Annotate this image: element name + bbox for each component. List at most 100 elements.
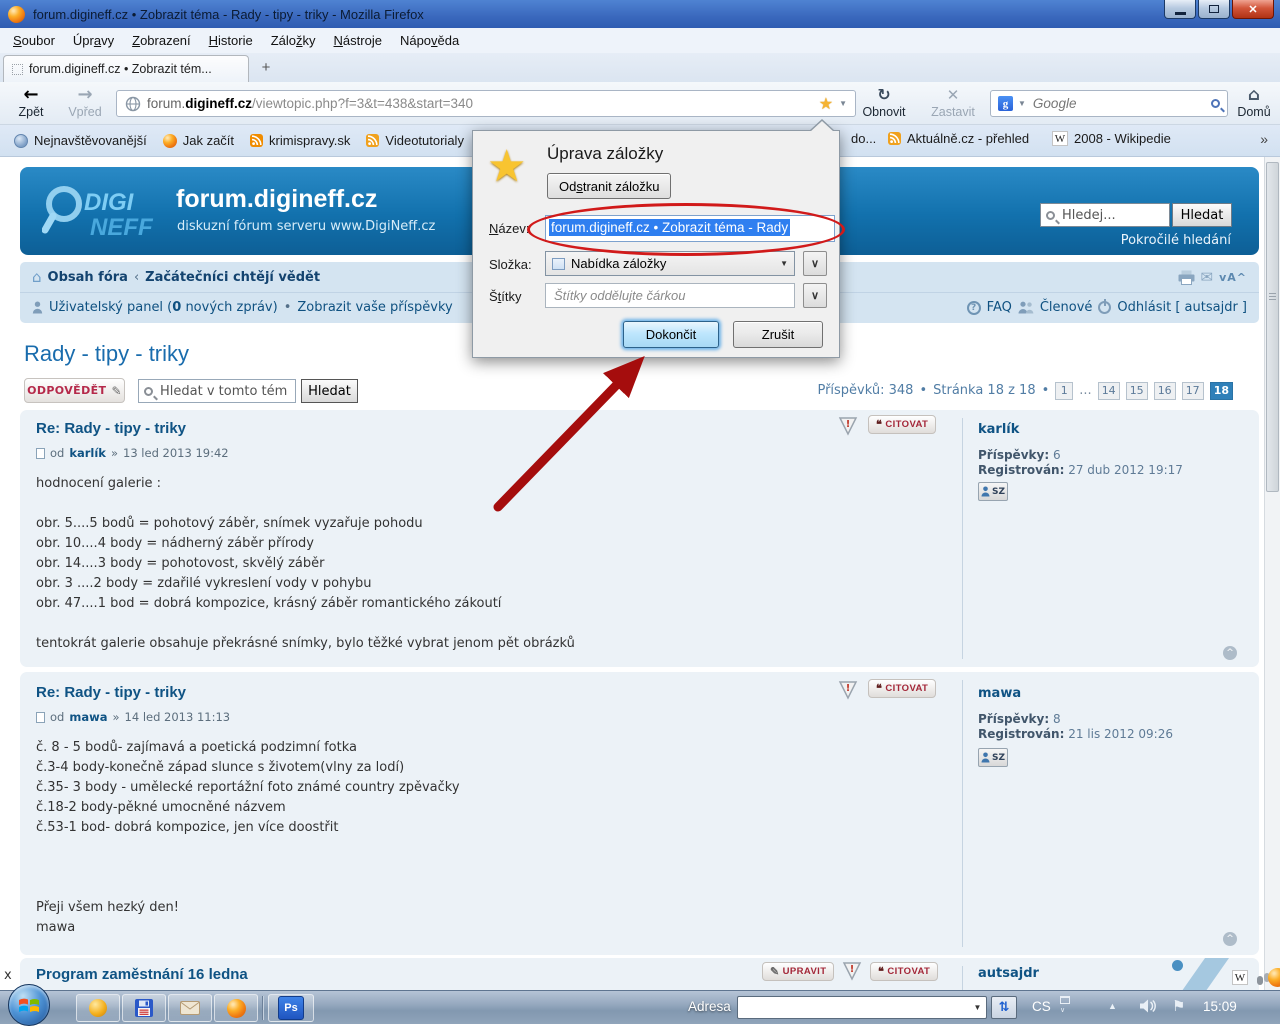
quick-launch-firefox-button[interactable]: [214, 994, 258, 1022]
quick-launch-save-button[interactable]: [122, 994, 166, 1022]
post-title-link[interactable]: Re: Rady - tipy - triky: [36, 420, 186, 437]
volume-icon[interactable]: [1140, 999, 1156, 1013]
forum-search-input[interactable]: [1060, 207, 1164, 224]
quote-button[interactable]: ❝ CITOVAT: [868, 415, 936, 434]
bookmark-star-icon[interactable]: ★: [819, 94, 833, 114]
private-message-button[interactable]: SZ: [978, 482, 1008, 501]
remove-bookmark-button[interactable]: Odstranit záložku: [547, 173, 671, 199]
taskbar-clock[interactable]: 15:09: [1203, 999, 1237, 1014]
profile-name-link[interactable]: autsajdr: [978, 966, 1039, 981]
web-search-input[interactable]: [1031, 95, 1206, 112]
logout-link[interactable]: Odhlásit [ autsajdr ]: [1117, 300, 1247, 315]
private-message-button[interactable]: SZ: [978, 748, 1008, 767]
chevron-down-icon[interactable]: ▼: [969, 997, 986, 1018]
taskbar-photoshop-button[interactable]: Ps: [268, 994, 314, 1022]
page-link-14[interactable]: 14: [1098, 382, 1120, 400]
reload-button[interactable]: ↻ Obnovit: [852, 85, 916, 119]
profile-name-link[interactable]: karlík: [978, 422, 1019, 437]
folder-expander-button[interactable]: ∨: [803, 251, 827, 276]
language-indicator[interactable]: CS: [1032, 999, 1051, 1014]
bookmark-dropdown-icon[interactable]: ▼: [839, 99, 847, 108]
topic-search-button[interactable]: Hledat: [301, 379, 358, 403]
post-title-link[interactable]: Re: Rady - tipy - triky: [36, 684, 186, 701]
report-icon[interactable]: !: [842, 961, 862, 981]
back-to-top-icon[interactable]: ^: [1223, 646, 1237, 660]
profile-name-link[interactable]: mawa: [978, 686, 1021, 701]
tags-field[interactable]: [545, 283, 795, 308]
bookmark-truncated[interactable]: do...: [843, 126, 884, 151]
topic-search-box[interactable]: [138, 379, 296, 403]
tags-expander-button[interactable]: ∨: [803, 283, 827, 308]
author-link[interactable]: mawa: [69, 710, 107, 724]
address-go-button[interactable]: ⇅: [991, 996, 1017, 1019]
language-bar-chevron-icon[interactable]: ∨: [1060, 1006, 1065, 1014]
menu-nastroje[interactable]: Nástroje: [325, 29, 391, 52]
members-link[interactable]: Členové: [1040, 300, 1093, 315]
bookmark-videotutorialy[interactable]: Videotutorialy: [358, 128, 472, 153]
email-icon[interactable]: ✉: [1201, 268, 1214, 286]
forum-search-button[interactable]: Hledat: [1172, 203, 1232, 227]
page-scrollbar[interactable]: [1264, 157, 1280, 990]
forward-button[interactable]: → Vpřed: [60, 85, 110, 119]
bookmark-wikipedia[interactable]: W 2008 - Wikipedie: [1044, 126, 1179, 151]
menu-zobrazeni[interactable]: Zobrazení: [123, 29, 200, 52]
cancel-button[interactable]: Zrušit: [733, 321, 823, 348]
edit-button[interactable]: ✎ UPRAVIT: [762, 962, 834, 981]
report-icon[interactable]: !: [838, 416, 858, 436]
close-button[interactable]: ✕: [1232, 0, 1274, 19]
page-link-15[interactable]: 15: [1126, 382, 1148, 400]
bookmark-krimispravy[interactable]: krimispravy.sk: [242, 128, 358, 153]
author-link[interactable]: karlík: [69, 446, 106, 460]
bookmark-jak-zacit[interactable]: Jak začít: [155, 128, 242, 153]
page-link-17[interactable]: 17: [1182, 382, 1204, 400]
bookmark-most-visited[interactable]: Nejnavštěvovanější: [6, 128, 155, 153]
search-engine-dropdown-icon[interactable]: ▼: [1018, 99, 1026, 108]
address-toolbar-input[interactable]: ▼: [737, 996, 987, 1019]
quick-launch-mail-button[interactable]: [168, 994, 212, 1022]
web-search-box[interactable]: g ▼: [990, 90, 1228, 117]
menu-upravy[interactable]: Úpravy: [64, 29, 123, 52]
topic-search-input[interactable]: [158, 383, 290, 400]
home-button[interactable]: ⌂ Domů: [1230, 85, 1278, 119]
new-tab-button[interactable]: +: [254, 58, 278, 79]
post-title-link[interactable]: Program zaměstnání 16 ledna: [36, 966, 248, 983]
back-to-top-icon[interactable]: ^: [1223, 932, 1237, 946]
tab-active[interactable]: forum.digineff.cz • Zobrazit tém...: [3, 55, 249, 82]
scrollbar-thumb[interactable]: [1266, 162, 1279, 492]
text-size-icon[interactable]: vA^: [1219, 271, 1247, 284]
quick-launch-app-button[interactable]: [76, 994, 120, 1022]
menu-historie[interactable]: Historie: [200, 29, 262, 52]
report-icon[interactable]: !: [838, 680, 858, 700]
advanced-search-link[interactable]: Pokročilé hledání: [1121, 233, 1231, 248]
home-icon[interactable]: ⌂: [32, 268, 42, 286]
start-button[interactable]: [8, 984, 50, 1026]
reply-button[interactable]: ODPOVĚDĚT ✎: [24, 378, 125, 403]
tags-input[interactable]: [552, 284, 788, 307]
stop-button[interactable]: ✕ Zastavit: [918, 85, 988, 119]
quote-button[interactable]: ❝ CITOVAT: [870, 962, 938, 981]
url-bar[interactable]: forum.digineff.cz/viewtopic.php?f=3&t=43…: [116, 90, 856, 117]
page-link-18-current[interactable]: 18: [1210, 382, 1233, 400]
faq-link[interactable]: FAQ: [987, 300, 1012, 315]
user-panel-link[interactable]: Uživatelský panel (0 nových zpráv): [49, 300, 278, 315]
action-center-flag-icon[interactable]: ⚑: [1172, 997, 1185, 1015]
search-icon[interactable]: [1211, 99, 1220, 108]
minimize-button[interactable]: [1164, 0, 1196, 19]
google-icon[interactable]: g: [998, 96, 1013, 111]
forum-search-box[interactable]: [1040, 203, 1170, 227]
page-link-16[interactable]: 16: [1154, 382, 1176, 400]
bookmark-aktualne[interactable]: Aktuálně.cz - přehled: [880, 126, 1037, 151]
tray-expand-icon[interactable]: ▲: [1108, 1001, 1117, 1011]
site-title[interactable]: forum.digineff.cz: [176, 185, 377, 214]
breadcrumb-section-link[interactable]: Začátečníci chtějí vědět: [145, 270, 320, 285]
window-titlebar[interactable]: forum.digineff.cz • Zobrazit téma - Rady…: [0, 0, 1280, 28]
own-posts-link[interactable]: Zobrazit vaše příspěvky: [297, 300, 452, 315]
menu-napoveda[interactable]: Nápověda: [391, 29, 468, 52]
breadcrumb-root-link[interactable]: Obsah fóra: [48, 270, 128, 285]
bookmarks-overflow-button[interactable]: »: [1252, 126, 1276, 152]
restore-button[interactable]: [1198, 0, 1230, 19]
quote-button[interactable]: ❝ CITOVAT: [868, 679, 936, 698]
back-button[interactable]: ← Zpět: [8, 85, 54, 119]
print-icon[interactable]: [1178, 270, 1195, 285]
page-link-1[interactable]: 1: [1055, 382, 1073, 400]
